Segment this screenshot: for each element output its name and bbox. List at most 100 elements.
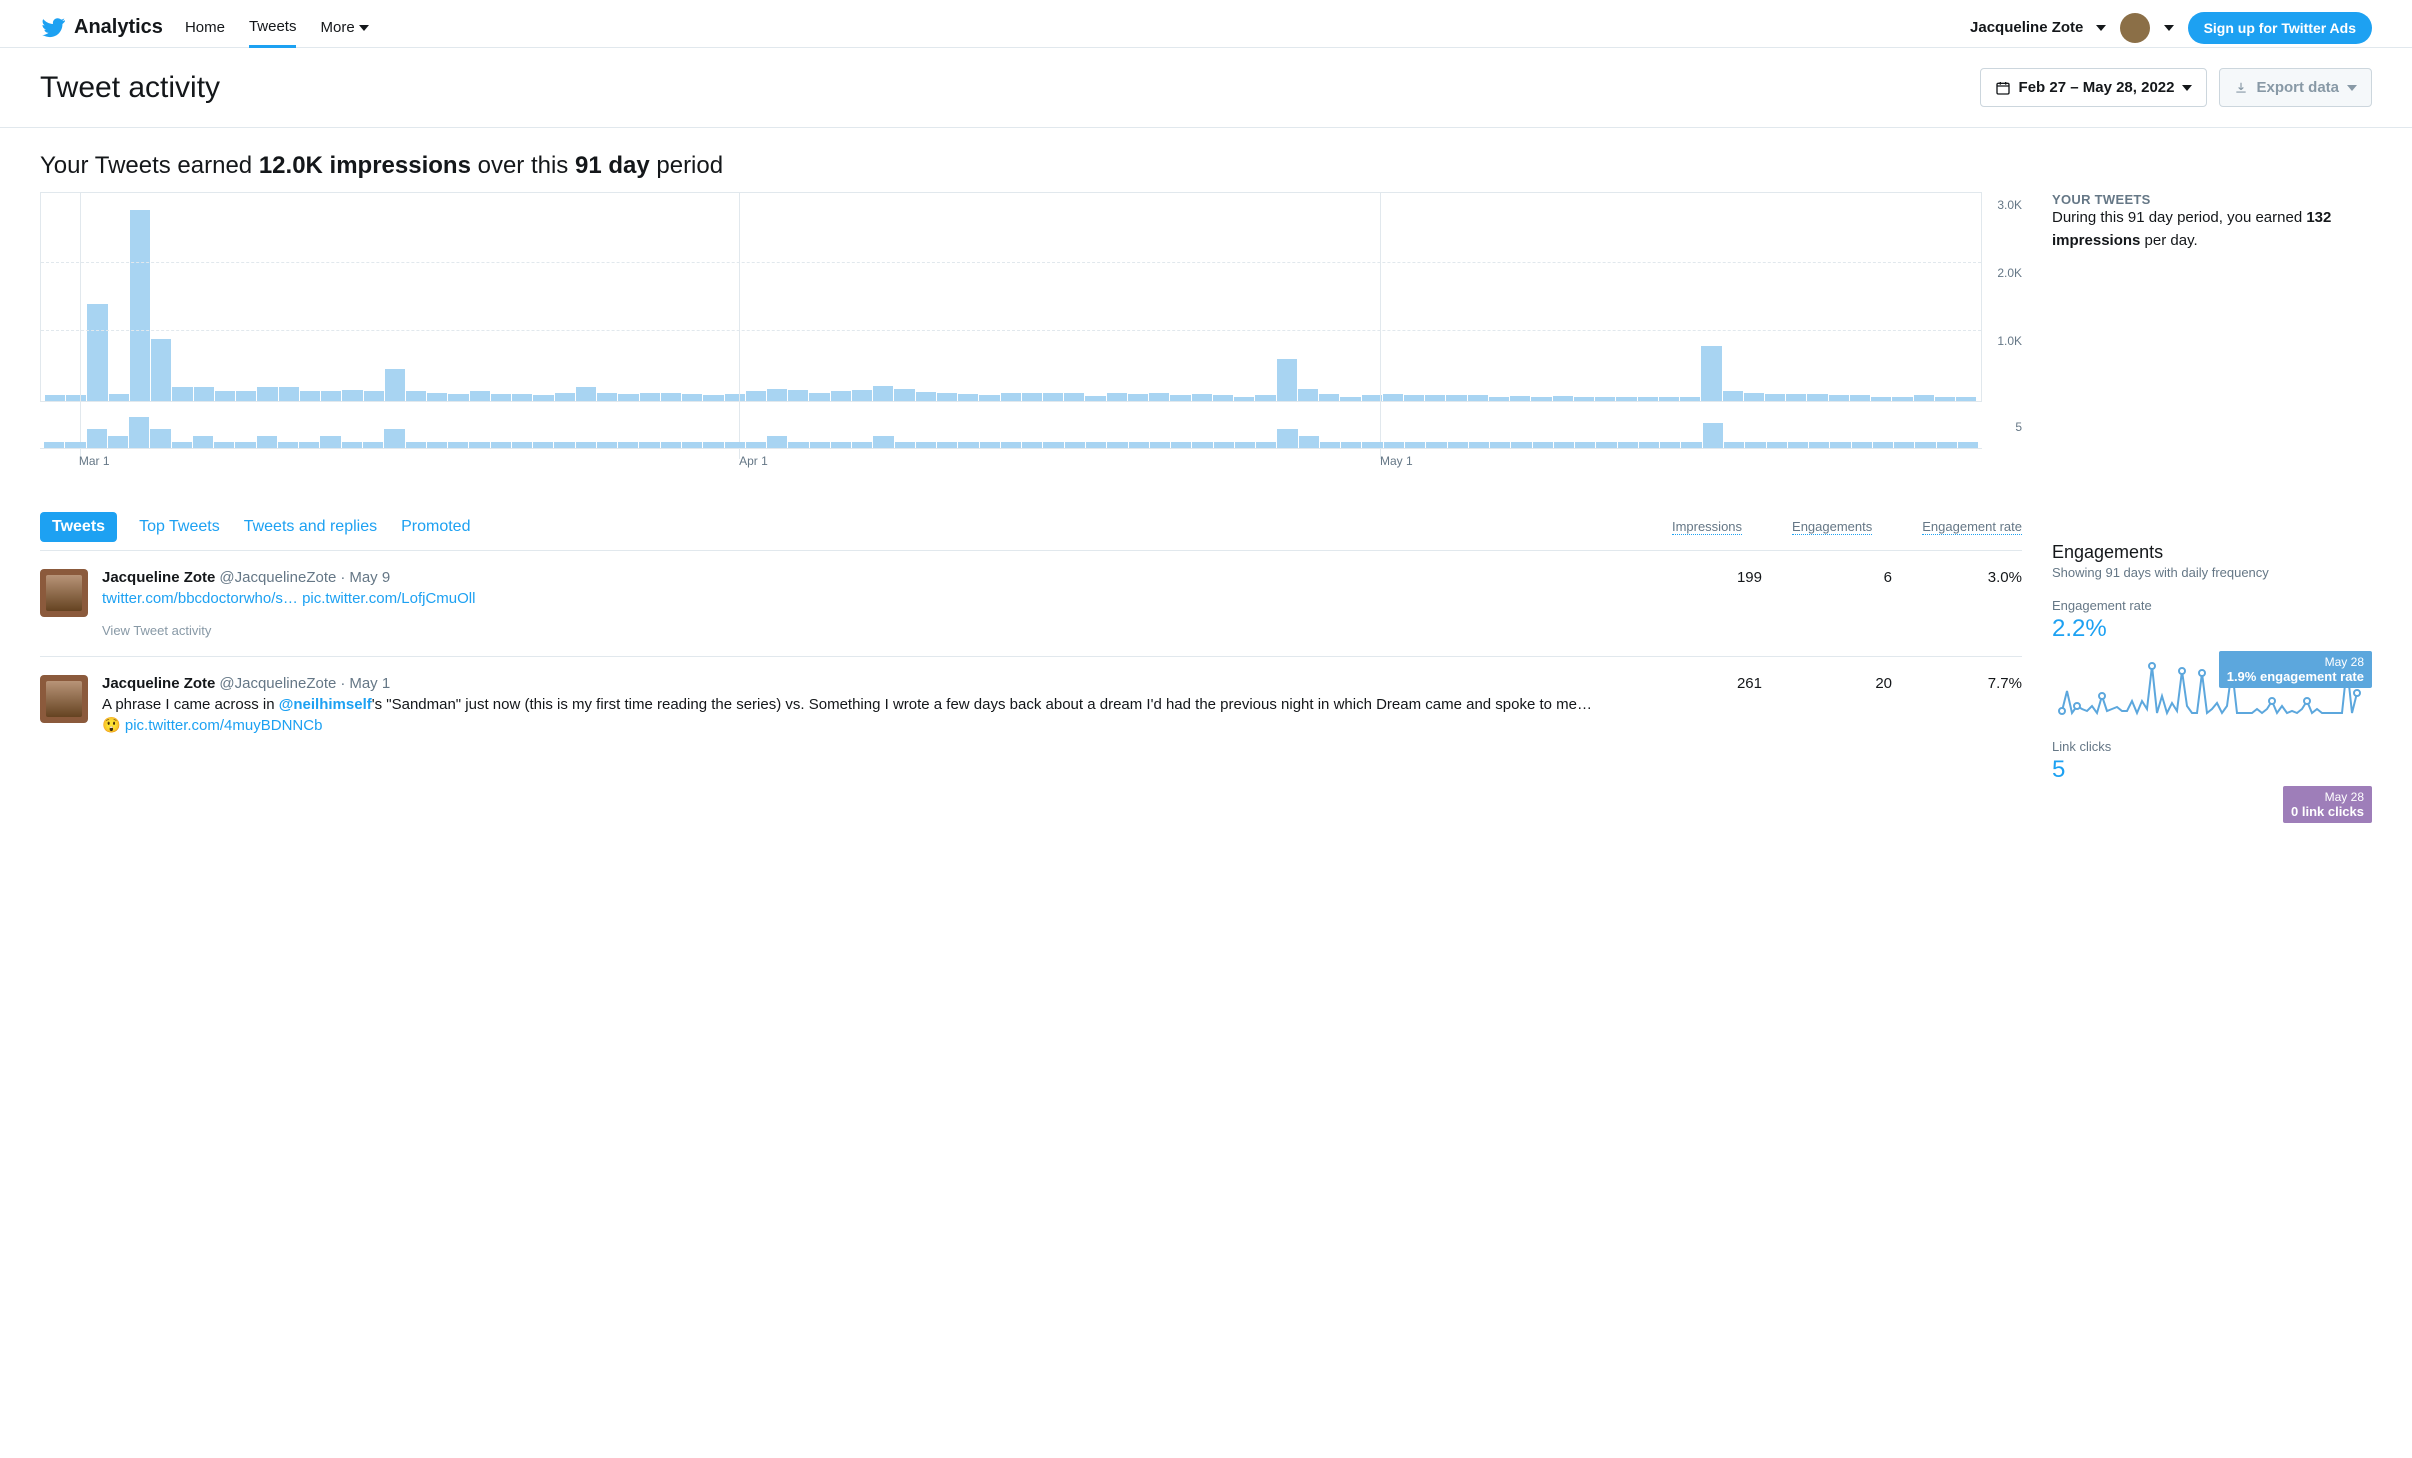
chevron-down-icon (359, 25, 369, 31)
summary-suffix: period (650, 152, 723, 179)
tweet-text: 's "Sandman" just now (this is my first … (372, 696, 1592, 713)
metric-engagements: 6 (1832, 569, 1892, 586)
link-clicks-label: Link clicks (2052, 739, 2372, 754)
nav-more[interactable]: More (320, 8, 368, 48)
col-engagement-rate[interactable]: Engagement rate (1922, 519, 2022, 535)
summary-mid: over this (471, 152, 575, 179)
tweet-avatar (40, 675, 88, 723)
metric-impressions: 199 (1702, 569, 1762, 586)
tweet-content: Jacqueline Zote @JacquelineZote · May 1 … (102, 675, 1688, 736)
tweet-tabs: Tweets Top Tweets Tweets and replies Pro… (40, 512, 2022, 551)
y-tick: 2.0K (1997, 266, 2022, 280)
signup-ads-button[interactable]: Sign up for Twitter Ads (2188, 12, 2372, 44)
summary-prefix: Your Tweets earned (40, 152, 259, 179)
tweets-chart[interactable] (40, 417, 1982, 449)
engagements-subtitle: Showing 91 days with daily frequency (2052, 565, 2372, 580)
tweet-text: A phrase I came across in (102, 696, 279, 713)
y-tick-secondary: 5 (2015, 420, 2022, 434)
tooltip-value: 1.9% engagement rate (2227, 669, 2364, 684)
link-clicks-tooltip: May 28 0 link clicks (2283, 786, 2372, 823)
metric-er: 7.7% (1962, 675, 2022, 692)
date-range-picker[interactable]: Feb 27 – May 28, 2022 (1980, 68, 2208, 107)
engagement-rate-tooltip: May 28 1.9% engagement rate (2219, 651, 2372, 688)
tweet-metrics: 199 6 3.0% (1702, 569, 2022, 586)
tweet-author: Jacqueline Zote (102, 569, 215, 586)
col-engagements[interactable]: Engagements (1792, 519, 1872, 535)
tab-tweets-replies[interactable]: Tweets and replies (242, 516, 379, 538)
tweet-row[interactable]: Jacqueline Zote @JacquelineZote · May 1 … (40, 657, 2022, 754)
tab-promoted[interactable]: Promoted (399, 516, 472, 538)
tweet-header: Jacqueline Zote @JacquelineZote · May 9 (102, 569, 1688, 586)
tweet-author: Jacqueline Zote (102, 675, 215, 692)
x-tick: Mar 1 (79, 454, 110, 468)
tooltip-date: May 28 (2291, 790, 2364, 804)
tweet-body: A phrase I came across in @neilhimself's… (102, 694, 1688, 736)
tab-tweets[interactable]: Tweets (40, 512, 117, 542)
engagement-rate-group: Engagement rate 2.2% May 28 1.9% engagem… (2052, 598, 2372, 721)
tweet-date: May 1 (349, 675, 390, 692)
link-clicks-sparkline[interactable]: May 28 0 link clicks (2052, 792, 2372, 822)
logo-block: Analytics (40, 15, 163, 41)
y-tick: 3.0K (1997, 198, 2022, 212)
tweet-mention[interactable]: @neilhimself (279, 696, 372, 713)
account-switcher[interactable]: Jacqueline Zote (1970, 19, 2106, 36)
right-column: YOUR TWEETS During this 91 day period, y… (2052, 192, 2372, 852)
tweet-link[interactable]: twitter.com/bbcdoctorwho/s… pic.twitter.… (102, 590, 475, 607)
link-clicks-group: Link clicks 5 May 28 0 link clicks (2052, 739, 2372, 822)
metric-impressions: 261 (1702, 675, 1762, 692)
view-tweet-activity-link[interactable]: View Tweet activity (102, 623, 1688, 638)
left-column: 3.0K 2.0K 1.0K 5 Mar 1 Apr 1 May 1 Tweet… (40, 192, 2022, 754)
x-tick: Apr 1 (739, 454, 768, 468)
engagements-title: Engagements (2052, 542, 2372, 563)
engagement-rate-sparkline[interactable]: May 28 1.9% engagement rate (2052, 651, 2372, 721)
tweet-header: Jacqueline Zote @JacquelineZote · May 1 (102, 675, 1688, 692)
nav-home[interactable]: Home (185, 8, 225, 48)
tweet-content: Jacqueline Zote @JacquelineZote · May 9 … (102, 569, 1688, 638)
date-range-label: Feb 27 – May 28, 2022 (2019, 79, 2175, 96)
export-data-button[interactable]: Export data (2219, 68, 2372, 107)
metric-engagements: 20 (1832, 675, 1892, 692)
engagement-rate-label: Engagement rate (2052, 598, 2372, 613)
tweet-row[interactable]: Jacqueline Zote @JacquelineZote · May 9 … (40, 551, 2022, 657)
twitter-bird-icon (40, 15, 66, 41)
y-axis-labels: 3.0K 2.0K 1.0K 5 (1984, 192, 2022, 472)
tweet-metrics: 261 20 7.7% (1702, 675, 2022, 692)
nav-right: Jacqueline Zote Sign up for Twitter Ads (1970, 12, 2372, 44)
metric-column-headers: Impressions Engagements Engagement rate (1672, 519, 2022, 535)
chevron-down-icon (2182, 85, 2192, 91)
brand-name: Analytics (74, 16, 163, 39)
chevron-down-icon[interactable] (2164, 25, 2174, 31)
nav-tweets[interactable]: Tweets (249, 8, 297, 48)
page-title: Tweet activity (40, 71, 220, 105)
tooltip-value: 0 link clicks (2291, 804, 2364, 819)
nav-more-label: More (320, 19, 354, 36)
your-tweets-title: YOUR TWEETS (2052, 192, 2372, 207)
tooltip-date: May 28 (2227, 655, 2364, 669)
impressions-summary: Your Tweets earned 12.0K impressions ove… (0, 128, 2412, 192)
main-columns: 3.0K 2.0K 1.0K 5 Mar 1 Apr 1 May 1 Tweet… (0, 192, 2412, 852)
tweet-date: May 9 (349, 569, 390, 586)
summary-impressions: 12.0K impressions (259, 152, 471, 179)
engagement-rate-value: 2.2% (2052, 615, 2372, 643)
chevron-down-icon (2096, 25, 2106, 31)
avatar[interactable] (2120, 13, 2150, 43)
tweet-link[interactable]: pic.twitter.com/4muyBDNNCb (125, 717, 323, 734)
top-nav: Analytics Home Tweets More Jacqueline Zo… (0, 0, 2412, 48)
nav-links: Home Tweets More (185, 8, 369, 48)
tab-top-tweets[interactable]: Top Tweets (137, 516, 222, 538)
link-clicks-value: 5 (2052, 756, 2372, 784)
summary-days: 91 day (575, 152, 650, 179)
col-impressions[interactable]: Impressions (1672, 519, 1742, 535)
tweet-avatar (40, 569, 88, 617)
metric-er: 3.0% (1962, 569, 2022, 586)
calendar-icon (1995, 80, 2011, 96)
header-row: Tweet activity Feb 27 – May 28, 2022 Exp… (0, 48, 2412, 128)
side-text-part: per day. (2140, 232, 2197, 249)
chevron-down-icon (2347, 85, 2357, 91)
your-tweets-text: During this 91 day period, you earned 13… (2052, 207, 2372, 252)
nav-left: Analytics Home Tweets More (40, 8, 369, 48)
your-tweets-panel: YOUR TWEETS During this 91 day period, y… (2052, 192, 2372, 252)
user-name-label: Jacqueline Zote (1970, 19, 2083, 36)
header-actions: Feb 27 – May 28, 2022 Export data (1980, 68, 2372, 107)
impressions-chart[interactable] (40, 192, 1982, 402)
